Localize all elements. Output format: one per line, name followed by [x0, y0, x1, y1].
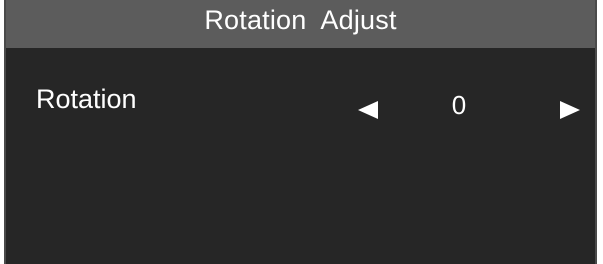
osd-panel: Rotation Adjust Rotation 0	[4, 0, 597, 264]
triangle-left-icon	[358, 101, 378, 119]
rotation-setting-row: Rotation 0	[6, 78, 595, 134]
triangle-right-icon	[560, 101, 580, 119]
rotation-value: 0	[451, 90, 467, 120]
increase-rotation-button[interactable]	[556, 96, 584, 124]
rotation-label: Rotation	[36, 84, 137, 114]
title-bar: Rotation Adjust	[6, 0, 595, 48]
decrease-rotation-button[interactable]	[354, 96, 382, 124]
panel-title: Rotation Adjust	[204, 4, 397, 35]
